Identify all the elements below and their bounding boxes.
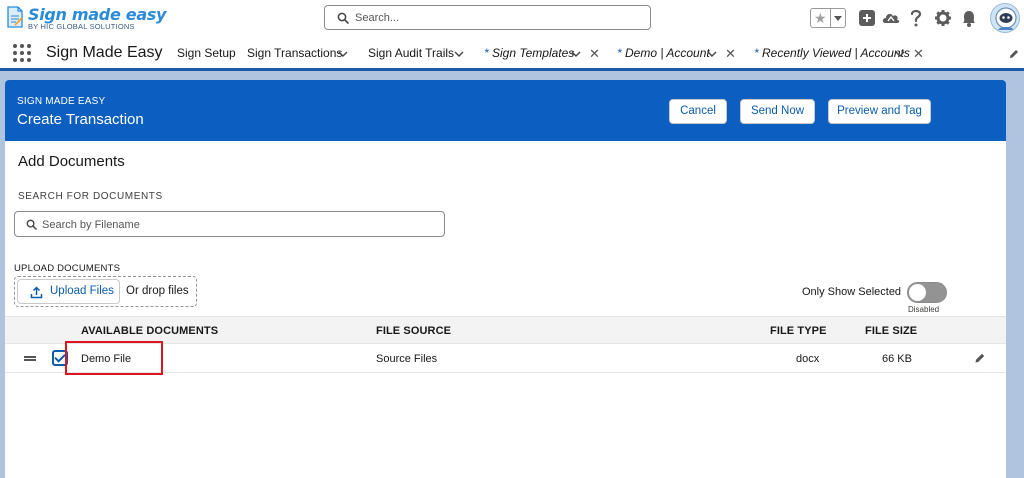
upload-icon: [30, 286, 43, 299]
global-header: Sign made easy BY HIC GLOBAL SOLUTIONS ★: [0, 0, 1024, 36]
drop-files-text: Or drop files: [126, 285, 189, 297]
toggle-state-text: Disabled: [908, 305, 940, 314]
logo-subtitle: BY HIC GLOBAL SOLUTIONS: [28, 22, 135, 31]
documents-table-header: AVAILABLE DOCUMENTS FILE SOURCE FILE TYP…: [5, 316, 1006, 344]
document-icon: [7, 6, 23, 28]
nav-tab-label: Demo | Account: [625, 46, 710, 60]
nav-item-sign-transactions[interactable]: Sign Transactions: [247, 46, 342, 60]
nav-item-sign-setup[interactable]: Sign Setup: [177, 46, 236, 60]
upload-files-label: Upload Files: [50, 285, 114, 297]
cancel-button[interactable]: Cancel: [669, 99, 727, 124]
app-nav-bar: Sign Made Easy Sign Setup Sign Transacti…: [0, 36, 1024, 71]
close-icon[interactable]: ✕: [725, 47, 736, 60]
close-icon[interactable]: ✕: [589, 47, 600, 60]
search-documents-label: SEARCH FOR DOCUMENTS: [18, 191, 163, 202]
search-icon: [337, 12, 349, 24]
gear-icon[interactable]: [932, 6, 954, 30]
search-icon: [26, 219, 37, 230]
chevron-down-icon[interactable]: [830, 9, 845, 27]
filename-search-input[interactable]: [42, 216, 437, 233]
nav-item-sign-audit-trails[interactable]: Sign Audit Trails: [368, 46, 454, 60]
document-source: Source Files: [376, 353, 438, 365]
nav-tab-recently-viewed-accounts[interactable]: * Recently Viewed | Accounts: [754, 46, 910, 60]
plus-icon[interactable]: [856, 6, 878, 30]
nav-tab-demo-account[interactable]: * Demo | Account: [617, 46, 710, 60]
bell-icon[interactable]: [958, 6, 980, 30]
favorites-group[interactable]: ★: [810, 8, 846, 28]
section-title: Add Documents: [18, 153, 125, 170]
create-transaction-card: SIGN MADE EASY Create Transaction Cancel…: [5, 80, 1006, 478]
drag-handle-icon[interactable]: [24, 356, 36, 361]
app-launcher-icon[interactable]: [13, 44, 33, 64]
unsaved-marker: *: [617, 46, 626, 60]
chevron-down-icon[interactable]: [454, 49, 464, 59]
row-select-checkbox[interactable]: [52, 350, 68, 366]
only-show-selected-label: Only Show Selected: [802, 286, 902, 298]
chevron-down-icon[interactable]: [707, 49, 717, 59]
file-drop-zone[interactable]: Upload Files Or drop files: [14, 276, 197, 307]
global-search-input[interactable]: [355, 9, 635, 26]
document-type: docx: [796, 353, 820, 365]
close-icon[interactable]: ✕: [913, 47, 924, 60]
column-header-available-documents[interactable]: AVAILABLE DOCUMENTS: [81, 325, 218, 337]
nav-tab-sign-templates[interactable]: * Sign Templates: [484, 46, 574, 60]
only-show-selected-toggle[interactable]: [907, 282, 947, 303]
nav-tab-label: Recently Viewed | Accounts: [762, 46, 910, 60]
cloud-icon[interactable]: [880, 6, 902, 30]
pencil-icon[interactable]: [974, 352, 986, 364]
question-icon[interactable]: [905, 6, 927, 30]
unsaved-marker: *: [484, 46, 493, 60]
nav-tab-label: Sign Templates: [492, 46, 575, 60]
document-name[interactable]: Demo File: [81, 353, 131, 365]
column-header-file-type[interactable]: FILE TYPE: [770, 325, 827, 337]
upload-documents-label: UPLOAD DOCUMENTS: [14, 263, 121, 274]
table-row[interactable]: Demo File Source Files docx 66 KB: [5, 344, 1006, 373]
preview-and-tag-button[interactable]: Preview and Tag: [828, 99, 931, 124]
chevron-down-icon[interactable]: [895, 49, 905, 59]
app-name: Sign Made Easy: [46, 44, 163, 61]
avatar[interactable]: [990, 3, 1020, 33]
pencil-icon[interactable]: [1008, 48, 1020, 60]
file-search[interactable]: [14, 211, 445, 237]
app-logo[interactable]: Sign made easy BY HIC GLOBAL SOLUTIONS: [6, 4, 166, 32]
unsaved-marker: *: [754, 46, 763, 60]
column-header-file-size[interactable]: FILE SIZE: [865, 325, 917, 337]
page-title: Create Transaction: [17, 111, 144, 128]
chevron-down-icon[interactable]: [571, 49, 581, 59]
send-now-button[interactable]: Send Now: [740, 99, 815, 124]
upload-files-button[interactable]: Upload Files: [17, 279, 120, 304]
document-size: 66 KB: [882, 353, 912, 365]
global-search[interactable]: [324, 5, 651, 30]
toggle-knob: [909, 284, 926, 301]
card-subtitle: SIGN MADE EASY: [17, 96, 106, 107]
column-header-file-source[interactable]: FILE SOURCE: [376, 325, 451, 337]
chevron-down-icon[interactable]: [338, 49, 348, 59]
card-header: SIGN MADE EASY Create Transaction Cancel…: [5, 80, 1006, 141]
astro-avatar-icon: [995, 7, 1017, 30]
star-icon[interactable]: ★: [814, 10, 827, 26]
